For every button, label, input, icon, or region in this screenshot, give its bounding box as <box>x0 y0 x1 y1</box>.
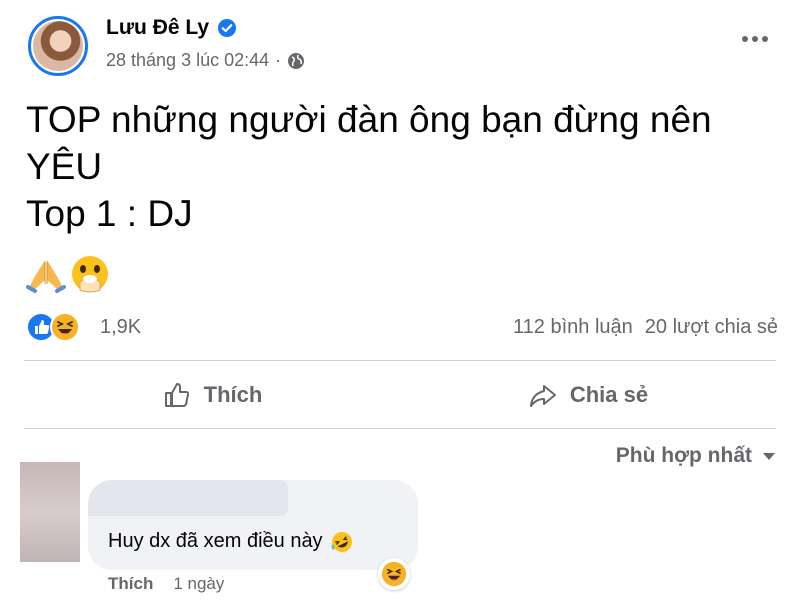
post-text-line: Top 1 : DJ <box>26 193 193 234</box>
post-text: TOP những người đàn ông bạn đừng nên YÊU… <box>26 96 766 237</box>
comment-text-content: Huy dx đã xem điều này <box>108 530 323 552</box>
thumbs-up-icon <box>164 383 189 407</box>
share-arrow-icon <box>529 385 556 407</box>
post-actions: Thích Chia sẻ <box>24 365 776 425</box>
verified-badge-icon <box>218 19 237 37</box>
folded-hands-emoji-icon <box>26 260 66 293</box>
author-row: Lưu Đê Ly <box>106 16 237 40</box>
post-stats: 1,9K 112 bình luận 20 lượt chia sẻ <box>26 310 778 346</box>
globe-icon <box>288 52 305 69</box>
comment-like-button[interactable]: Thích <box>108 574 153 594</box>
commenter-avatar[interactable] <box>20 462 80 562</box>
post-timestamp[interactable]: 28 tháng 3 lúc 02:44 <box>106 50 269 71</box>
comment-reaction-badge[interactable] <box>378 558 410 590</box>
meta-separator: · <box>275 50 282 70</box>
face-with-hand-over-mouth-emoji-icon <box>72 256 108 293</box>
post-meta: 28 tháng 3 lúc 02:44 · <box>106 50 305 71</box>
commenter-name-redacted[interactable] <box>88 480 288 516</box>
comment-sort-dropdown[interactable]: Phù hợp nhất <box>616 444 776 468</box>
comment-timestamp[interactable]: 1 ngày <box>173 574 224 594</box>
post-emojis <box>26 254 110 294</box>
rolling-on-floor-laughing-emoji-icon <box>331 531 352 552</box>
divider <box>24 360 776 361</box>
author-name[interactable]: Lưu Đê Ly <box>106 16 209 40</box>
divider <box>24 428 776 429</box>
share-button-label: Chia sẻ <box>569 382 649 407</box>
haha-reaction-icon <box>50 312 80 342</box>
like-button[interactable]: Thích <box>24 365 400 425</box>
haha-reaction-icon <box>381 561 407 587</box>
stats-right: 112 bình luận 20 lượt chia sẻ <box>513 316 778 339</box>
like-button-label: Thích <box>203 382 263 407</box>
comment-sort-label: Phù hợp nhất <box>615 444 752 467</box>
more-options-icon[interactable] <box>742 36 768 42</box>
post-text-line: YÊU <box>26 146 103 187</box>
reaction-icons[interactable] <box>26 312 80 342</box>
author-avatar[interactable] <box>28 16 88 76</box>
reaction-count[interactable]: 1,9K <box>100 316 141 339</box>
comment-text: Huy dx đã xem điều này <box>108 530 353 553</box>
post-text-line: TOP những người đàn ông bạn đừng nên <box>26 99 712 140</box>
share-button[interactable]: Chia sẻ <box>400 365 776 425</box>
post-header: Lưu Đê Ly 28 tháng 3 lúc 02:44 · <box>24 12 776 78</box>
comment-count-link[interactable]: 112 bình luận <box>513 316 633 339</box>
comment-bubble: Huy dx đã xem điều này <box>88 480 418 570</box>
comment-actions: Thích 1 ngày <box>108 574 224 594</box>
caret-down-icon <box>763 453 775 460</box>
share-count-link[interactable]: 20 lượt chia sẻ <box>645 316 778 339</box>
